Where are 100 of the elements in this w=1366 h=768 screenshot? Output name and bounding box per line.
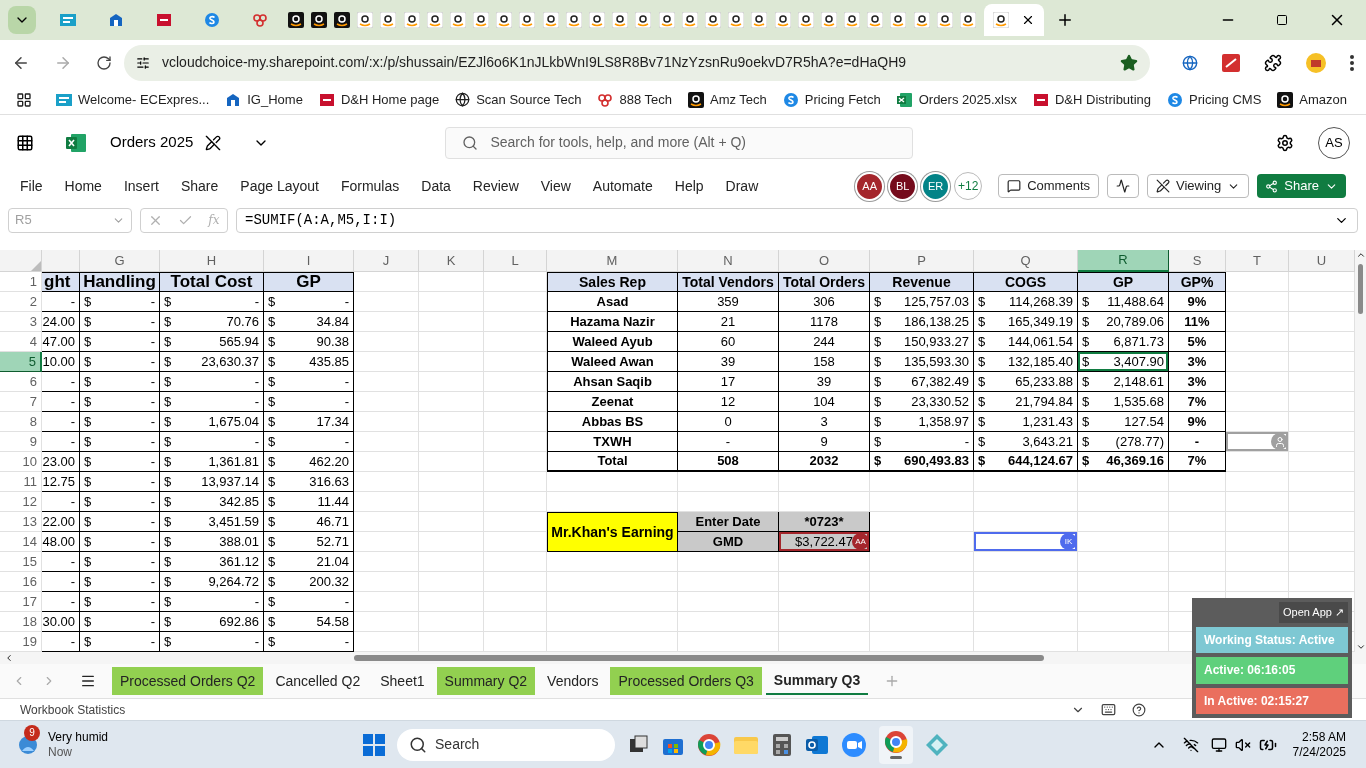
grid-cell[interactable] [354, 392, 419, 412]
column-header[interactable]: G [80, 250, 160, 272]
sheet-tab[interactable]: Cancelled Q2 [267, 667, 369, 695]
table-cell[interactable]: $ 11,488.64 [1078, 292, 1169, 312]
sheet-tab[interactable]: Vendors [539, 667, 607, 695]
grid-cell[interactable] [1169, 472, 1226, 492]
table-cell[interactable]: $ - [160, 292, 264, 312]
column-header[interactable]: T [1226, 250, 1289, 272]
grid-cell[interactable] [1226, 552, 1289, 572]
grid-cell[interactable] [419, 572, 484, 592]
table-cell[interactable]: 158 [779, 352, 870, 372]
table-cell[interactable]: - [42, 592, 80, 612]
app-launcher-icon[interactable] [16, 133, 34, 152]
table-cell[interactable]: $ 17.34 [264, 412, 354, 432]
table-cell[interactable]: - [42, 492, 80, 512]
table-cell[interactable]: $ - [80, 592, 160, 612]
table-cell[interactable]: $ - [80, 612, 160, 632]
table-cell[interactable]: 17 [678, 372, 779, 392]
table-cell[interactable]: $ 1,358.97 [870, 412, 974, 432]
bookmark-item[interactable]: IG_Home [225, 89, 303, 110]
grid-cell[interactable] [974, 472, 1078, 492]
table-cell[interactable]: $ - [264, 392, 354, 412]
grid-cell[interactable] [419, 412, 484, 432]
table-cell[interactable]: $ 3,407.90 [1078, 352, 1169, 372]
search-field[interactable]: Search for tools, help, and more (Alt + Q) [445, 126, 914, 159]
table-cell[interactable]: $ - [80, 552, 160, 572]
clock-date[interactable]: 7/24/2025 [1292, 744, 1346, 760]
table-cell[interactable]: - [42, 632, 80, 652]
table-cell[interactable]: $ 125,757.03 [870, 292, 974, 312]
sheet-tab[interactable]: Summary Q2 [436, 667, 536, 695]
collaborator-avatar[interactable]: AA [855, 171, 885, 201]
table-cell[interactable]: $ 20,789.06 [1078, 312, 1169, 332]
table-cell[interactable]: Abbas BS [547, 412, 678, 432]
table-cell[interactable]: Ahsan Saqib [547, 372, 678, 392]
viewing-mode-button[interactable]: Viewing [1147, 174, 1250, 198]
grid-cell[interactable] [1226, 512, 1289, 532]
column-header[interactable]: R [1078, 250, 1169, 272]
table-cell[interactable]: $ 9,264.72 [160, 572, 264, 592]
row-header[interactable]: 13 [0, 512, 42, 532]
grid-cell[interactable] [678, 612, 779, 632]
grid-cell[interactable] [419, 452, 484, 472]
table-cell[interactable]: $ 54.58 [264, 612, 354, 632]
table-cell[interactable]: $ 52.71 [264, 532, 354, 552]
grid-cell[interactable] [1169, 552, 1226, 572]
sheet-tab[interactable]: Processed Orders Q2 [112, 667, 264, 695]
table-cell[interactable]: $ 1,535.68 [1078, 392, 1169, 412]
row-header[interactable]: 15 [0, 552, 42, 572]
table-cell[interactable]: $ 23,330.52 [870, 392, 974, 412]
grid-cell[interactable] [1226, 372, 1289, 392]
table-cell[interactable]: $ 132,185.40 [974, 352, 1078, 372]
table-cell[interactable]: $ 46,369.16 [1078, 452, 1169, 472]
table-cell[interactable]: $ 21.04 [264, 552, 354, 572]
bookmark-item[interactable]: Scan Source Tech [455, 89, 582, 110]
column-header[interactable]: U [1289, 250, 1355, 272]
grid-cell[interactable] [870, 552, 974, 572]
table-cell[interactable]: $ - [80, 472, 160, 492]
column-heading[interactable]: COGS [974, 272, 1078, 292]
grid-cell[interactable] [1169, 532, 1226, 552]
menu-tab[interactable]: Formulas [340, 175, 400, 197]
table-cell[interactable]: $ 13,937.14 [160, 472, 264, 492]
grid-cell[interactable] [354, 352, 419, 372]
grid-cell[interactable] [974, 612, 1078, 632]
table-cell[interactable]: $ 342.85 [160, 492, 264, 512]
column-heading[interactable]: Total Vendors [678, 272, 779, 292]
network-icon[interactable] [1182, 736, 1199, 753]
open-app-button[interactable]: Open App ↗ [1279, 602, 1348, 623]
reload-icon[interactable] [96, 54, 112, 71]
table-cell[interactable]: 39 [779, 372, 870, 392]
grid-cell[interactable] [974, 552, 1078, 572]
grid-cell[interactable] [1078, 492, 1169, 512]
column-header[interactable]: H [160, 250, 264, 272]
grid-cell[interactable] [1226, 452, 1289, 472]
status-text[interactable]: Workbook Statistics [20, 700, 126, 719]
menu-tab[interactable]: Data [421, 175, 451, 197]
table-cell[interactable]: 9% [1169, 292, 1226, 312]
sheet-tab[interactable]: Processed Orders Q3 [610, 667, 762, 695]
column-heading[interactable]: Revenue [870, 272, 974, 292]
table-cell[interactable]: $ - [80, 432, 160, 452]
grid-cell[interactable] [354, 372, 419, 392]
row-header[interactable]: 2 [0, 292, 42, 312]
table-cell[interactable]: $ - [264, 292, 354, 312]
collaborator-avatar[interactable]: BL [888, 171, 918, 201]
table-cell[interactable]: - [42, 552, 80, 572]
row-header[interactable]: 6 [0, 372, 42, 392]
grid-cell[interactable] [419, 512, 484, 532]
table-cell[interactable]: 12.75 [42, 472, 80, 492]
table-cell[interactable]: $ - [160, 392, 264, 412]
grid-cell[interactable] [419, 492, 484, 512]
table-cell[interactable]: 0 [678, 412, 779, 432]
table-cell[interactable]: $ 361.12 [160, 552, 264, 572]
table-cell[interactable]: 359 [678, 292, 779, 312]
menu-tab[interactable]: View [540, 175, 571, 197]
grid-cell[interactable] [1226, 272, 1289, 292]
grid-cell[interactable] [1226, 392, 1289, 412]
table-cell[interactable]: - [42, 292, 80, 312]
table-cell[interactable]: $ 150,933.27 [870, 332, 974, 352]
table-cell[interactable]: $ 65,233.88 [974, 372, 1078, 392]
table-cell[interactable]: $ - [80, 632, 160, 652]
menu-tab[interactable]: Help [674, 175, 704, 197]
grid-cell[interactable] [1226, 312, 1289, 332]
